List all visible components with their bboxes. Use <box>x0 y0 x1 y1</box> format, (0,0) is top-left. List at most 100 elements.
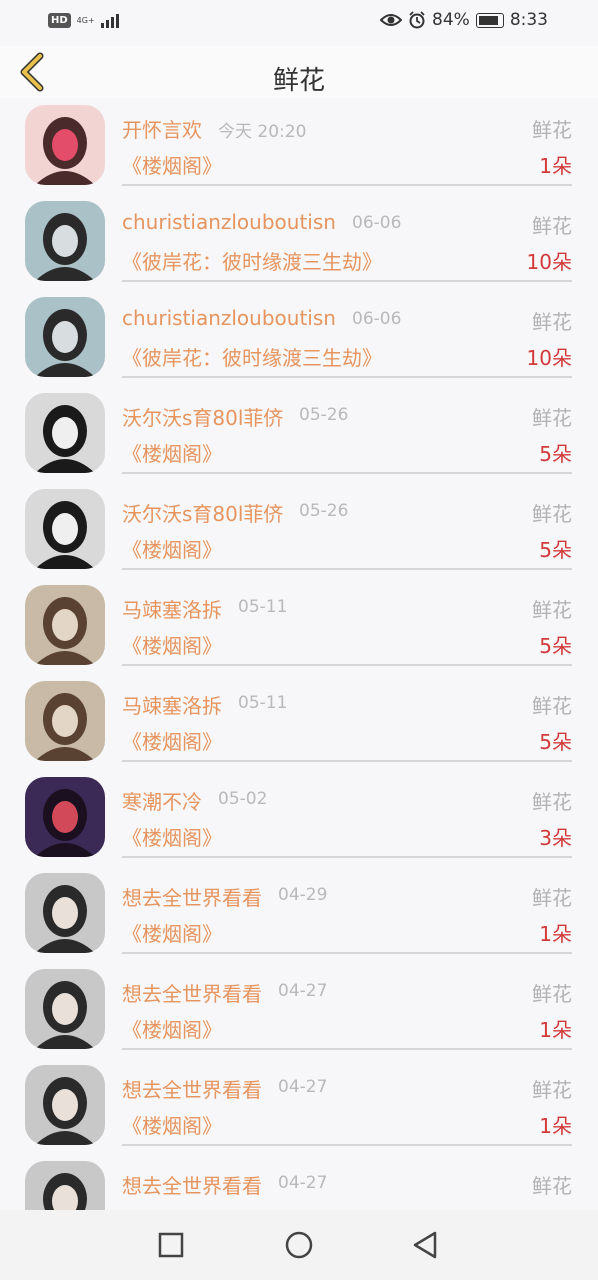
clock: 8:33 <box>509 10 548 30</box>
network-type: 4G+ <box>76 15 95 25</box>
gift-count: 10朵 <box>526 346 572 370</box>
gift-type: 鲜花 <box>532 886 572 910</box>
avatar[interactable] <box>25 873 105 953</box>
gift-type: 鲜花 <box>532 310 572 334</box>
gift-type: 鲜花 <box>532 982 572 1006</box>
send-date: 04-29 <box>278 885 328 905</box>
avatar[interactable] <box>25 297 105 377</box>
send-date: 今天 20:20 <box>218 122 307 142</box>
avatar[interactable] <box>25 681 105 761</box>
divider <box>122 952 572 954</box>
divider <box>122 376 572 378</box>
book-title[interactable]: 《楼烟阁》 <box>122 630 222 659</box>
list-item[interactable]: 沃尔沃s育80l菲侪 05-26 鲜花 《楼烟阁》 5朵 <box>0 386 598 482</box>
page-title: 鲜花 <box>272 66 325 96</box>
send-date: 05-02 <box>218 789 268 809</box>
divider <box>122 1048 572 1050</box>
book-title[interactable]: 《彼岸花：彼时缘渡三生劫》 <box>122 246 382 275</box>
list-item[interactable]: 想去全世界看看 04-27 鲜花 《楼烟阁》 1朵 <box>0 962 598 1058</box>
book-title[interactable]: 《楼烟阁》 <box>122 150 222 179</box>
app-header: 鲜花 <box>0 46 598 98</box>
sender-name: 想去全世界看看 <box>122 982 262 1006</box>
sender-name: churistianzlouboutisn <box>122 210 336 234</box>
gift-record-list[interactable]: 开怀言欢 今天 20:20 鲜花 《楼烟阁》 1朵 churistianzlou… <box>0 98 598 1210</box>
divider <box>122 760 572 762</box>
home-circle-icon <box>285 1231 313 1259</box>
list-item[interactable]: 想去全世界看看 04-27 鲜花 《楼烟阁》 1朵 <box>0 1154 598 1210</box>
list-item[interactable]: churistianzlouboutisn 06-06 鲜花 《彼岸花：彼时缘渡… <box>0 290 598 386</box>
send-date: 05-26 <box>299 501 349 521</box>
book-title[interactable]: 《楼烟阁》 <box>122 1014 222 1043</box>
avatar[interactable] <box>25 201 105 281</box>
avatar[interactable] <box>25 777 105 857</box>
sender-name: 寒潮不冷 <box>122 790 202 814</box>
book-title[interactable]: 《楼烟阁》 <box>122 822 222 851</box>
recent-apps-button[interactable] <box>154 1228 188 1262</box>
back-triangle-icon <box>413 1231 437 1259</box>
recent-apps-square-icon <box>158 1232 184 1258</box>
book-title[interactable]: 《楼烟阁》 <box>122 438 222 467</box>
status-right: 84% 8:33 <box>380 10 548 30</box>
sender-name: 想去全世界看看 <box>122 886 262 910</box>
avatar[interactable] <box>25 585 105 665</box>
list-item[interactable]: 寒潮不冷 05-02 鲜花 《楼烟阁》 3朵 <box>0 770 598 866</box>
sender-name: 马竦塞洛拆 <box>122 694 222 718</box>
gift-count: 1朵 <box>539 154 572 178</box>
gift-count: 1朵 <box>539 922 572 946</box>
send-date: 05-11 <box>238 597 288 617</box>
gift-type: 鲜花 <box>532 598 572 622</box>
sender-name: 开怀言欢 <box>122 118 202 142</box>
divider <box>122 184 572 186</box>
network-indicator: HD 4G+ <box>48 12 119 28</box>
list-item[interactable]: 想去全世界看看 04-27 鲜花 《楼烟阁》 1朵 <box>0 1058 598 1154</box>
gift-type: 鲜花 <box>532 406 572 430</box>
system-nav-bar <box>0 1210 598 1280</box>
book-title[interactable]: 《楼烟阁》 <box>122 918 222 947</box>
send-date: 04-27 <box>278 981 328 1001</box>
avatar[interactable] <box>25 1161 105 1210</box>
avatar[interactable] <box>25 489 105 569</box>
book-title[interactable]: 《楼烟阁》 <box>122 726 222 755</box>
sender-name: 想去全世界看看 <box>122 1174 262 1198</box>
back-nav-button[interactable] <box>408 1228 442 1262</box>
divider <box>122 1144 572 1146</box>
gift-type: 鲜花 <box>532 118 572 142</box>
divider <box>122 856 572 858</box>
alarm-icon <box>409 11 425 29</box>
book-title[interactable]: 《楼烟阁》 <box>122 534 222 563</box>
gift-type: 鲜花 <box>532 790 572 814</box>
sender-name: 沃尔沃s育80l菲侪 <box>122 502 284 526</box>
list-item[interactable]: 想去全世界看看 04-29 鲜花 《楼烟阁》 1朵 <box>0 866 598 962</box>
book-title[interactable]: 《楼烟阁》 <box>122 1110 222 1139</box>
send-date: 05-26 <box>299 405 349 425</box>
book-title[interactable]: 《彼岸花：彼时缘渡三生劫》 <box>122 342 382 371</box>
list-item[interactable]: 沃尔沃s育80l菲侪 05-26 鲜花 《楼烟阁》 5朵 <box>0 482 598 578</box>
avatar[interactable] <box>25 393 105 473</box>
list-item[interactable]: 开怀言欢 今天 20:20 鲜花 《楼烟阁》 1朵 <box>0 98 598 194</box>
send-date: 05-11 <box>238 693 288 713</box>
list-item[interactable]: 马竦塞洛拆 05-11 鲜花 《楼烟阁》 5朵 <box>0 578 598 674</box>
list-item[interactable]: 马竦塞洛拆 05-11 鲜花 《楼烟阁》 5朵 <box>0 674 598 770</box>
gift-type: 鲜花 <box>532 214 572 238</box>
list-item[interactable]: churistianzlouboutisn 06-06 鲜花 《彼岸花：彼时缘渡… <box>0 194 598 290</box>
send-date: 04-27 <box>278 1173 328 1193</box>
gift-type: 鲜花 <box>532 1174 572 1198</box>
gift-count: 1朵 <box>539 1018 572 1042</box>
divider <box>122 472 572 474</box>
send-date: 06-06 <box>352 213 402 233</box>
divider <box>122 568 572 570</box>
avatar[interactable] <box>25 1065 105 1145</box>
gift-count: 1朵 <box>539 1114 572 1138</box>
gift-count: 5朵 <box>539 442 572 466</box>
battery-percent: 84% <box>432 10 470 30</box>
gift-count: 5朵 <box>539 730 572 754</box>
send-date: 06-06 <box>352 309 402 329</box>
avatar[interactable] <box>25 969 105 1049</box>
status-bar: HD 4G+ 84% 8:33 <box>0 0 598 46</box>
divider <box>122 664 572 666</box>
sender-name: 马竦塞洛拆 <box>122 598 222 622</box>
gift-count: 10朵 <box>526 250 572 274</box>
home-button[interactable] <box>282 1228 316 1262</box>
avatar[interactable] <box>25 105 105 185</box>
send-date: 04-27 <box>278 1077 328 1097</box>
